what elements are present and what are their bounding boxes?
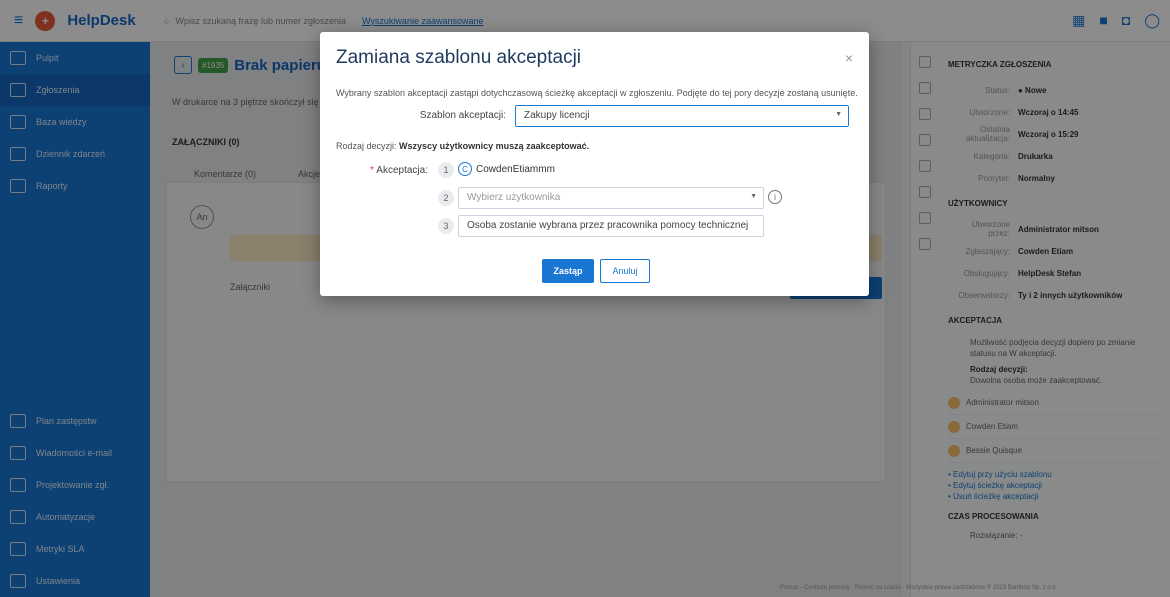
acceptance-label: * Akceptacja: (370, 165, 428, 176)
acceptor-name: CowdenEtiammm (476, 163, 555, 175)
template-label: Szablon akceptacji: (419, 110, 506, 121)
chevron-down-icon: ▼ (750, 193, 757, 200)
modal-description: Wybrany szablon akceptacji zastąpi dotyc… (336, 88, 858, 98)
user-select[interactable]: Wybierz użytkownika ▼ (458, 187, 764, 209)
acceptor-user: C CowdenEtiammm (458, 162, 555, 176)
user-avatar: C (458, 162, 472, 176)
decision-type: Rodzaj decyzji: Wszyscy użytkownicy musz… (336, 141, 590, 151)
modal-title: Zamiana szablonu akceptacji (336, 47, 582, 68)
step-number: 1 (438, 162, 454, 178)
step3-field: Osoba zostanie wybrana przez pracownika … (458, 215, 764, 237)
replace-button[interactable]: Zastąp (542, 259, 594, 283)
decision-value: Wszyscy użytkownicy muszą zaakceptować. (399, 141, 590, 151)
chevron-down-icon: ▼ (835, 111, 842, 118)
step-number: 3 (438, 218, 454, 234)
replace-template-modal: Zamiana szablonu akceptacji × Wybrany sz… (320, 32, 869, 296)
template-select[interactable]: Zakupy licencji ▼ (515, 105, 849, 127)
step-number: 2 (438, 190, 454, 206)
cancel-button[interactable]: Anuluj (600, 259, 650, 283)
info-icon[interactable]: i (768, 190, 782, 204)
close-icon[interactable]: × (845, 50, 853, 66)
